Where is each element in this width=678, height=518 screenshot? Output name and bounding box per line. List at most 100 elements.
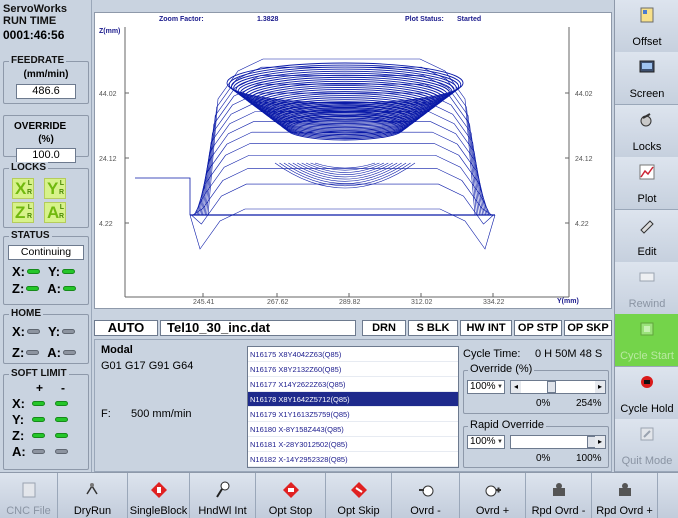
rpd-ovrd-plus-icon [618, 483, 631, 496]
cycle-time-value: 0 H 50M 48 S [535, 348, 603, 360]
bottom-tick-label: 334.22 [483, 299, 505, 306]
soft-limit-group: SOFT LIMIT + - X: Y: Z: A: [3, 368, 89, 470]
left-tick-label: 24.12 [99, 156, 117, 163]
home-z-led [26, 350, 40, 355]
feedrate-unit: (mm/min) [23, 69, 69, 80]
singleblock-button[interactable]: SingleBlock [128, 473, 190, 518]
program-line[interactable]: N16180 X-8Y158Z443(Q85) [248, 422, 458, 437]
soft-limit-plus-label: + [36, 381, 44, 395]
cnc-file-button[interactable]: CNC File [0, 473, 58, 518]
home-x-label: X: [12, 324, 25, 339]
modal-codes: G01 G17 G91 G64 [101, 360, 194, 372]
offset-button[interactable]: Offset [615, 0, 678, 53]
locks-button[interactable]: Locks [615, 104, 678, 158]
ovrd-plus-icon [485, 485, 501, 497]
rewind-icon [639, 272, 655, 282]
override-percent-group: Override (%) 100% ◂ ▸ 0% 254% [463, 363, 609, 414]
cnc-file-icon [22, 482, 35, 498]
program-line[interactable]: N16181 X-28Y3012502(Q85) [248, 437, 458, 452]
program-line[interactable]: N16177 X14Y2622Z63(Q85) [248, 377, 458, 392]
feed-value: 500 mm/min [131, 408, 192, 420]
x-lock-badge[interactable]: XLR [12, 178, 34, 199]
handwheel-label: HndWl Int [198, 505, 247, 517]
run-time-value: 0001:46:56 [3, 28, 65, 42]
cycle-start-button[interactable]: Cycle Start [615, 314, 678, 368]
rpd-ovrd-minus-icon [552, 483, 565, 496]
rapid-override-title: Rapid Override [468, 419, 546, 432]
rpd-ovrd-minus-button[interactable]: Rpd Ovrd - [526, 473, 592, 518]
quit-mode-button[interactable]: Quit Mode [615, 419, 678, 473]
feedrate-title: FEEDRATE [9, 55, 67, 67]
ovrd-plus-button[interactable]: Ovrd + [460, 473, 526, 518]
soft-limit-a-plus-led [32, 448, 45, 454]
opt-stop-button[interactable]: Opt Stop [256, 473, 326, 518]
cnc-file-label: CNC File [6, 505, 51, 517]
status-x-label: X: [12, 264, 25, 279]
toolpath-plot[interactable]: Zoom Factor: 1.3828 Plot Status: Started… [94, 12, 612, 309]
screen-icon [639, 60, 655, 73]
rpd-ovrd-minus-label: Rpd Ovrd - [531, 505, 586, 517]
locks-label: Locks [632, 140, 662, 153]
program-line[interactable]: N16182 X-14Y2952328(Q85) [248, 452, 458, 467]
rpd-ovrd-plus-label: Rpd Ovrd + [596, 505, 653, 517]
home-a-led [63, 350, 76, 355]
rapid-slider-right-arrow[interactable]: ▸ [595, 436, 605, 448]
right-tick-label: 24.12 [575, 156, 593, 163]
status-display: Continuing [8, 245, 84, 260]
status-z-led [26, 286, 40, 291]
edit-button[interactable]: Edit [615, 209, 678, 263]
screen-button[interactable]: Screen [615, 52, 678, 106]
override-slider-left-arrow[interactable]: ◂ [511, 381, 521, 393]
status-group: STATUS Continuing X: Y: Z: A: [3, 230, 89, 305]
program-line[interactable]: N16179 X1Y1613Z5759(Q85) [248, 407, 458, 422]
rapid-override-min: 0% [536, 453, 551, 464]
override-combo[interactable]: 100% [467, 380, 505, 394]
feedrate-display: 486.6 [16, 84, 76, 99]
rapid-override-combo[interactable]: 100% [467, 435, 505, 449]
rewind-button[interactable]: Rewind [615, 262, 678, 315]
override-slider-right-arrow[interactable]: ▸ [595, 381, 605, 393]
opt-skip-button[interactable]: Opt Skip [326, 473, 392, 518]
offset-label: Offset [632, 36, 662, 48]
soft-limit-minus-label: - [61, 381, 66, 395]
status-a-label: A: [47, 281, 61, 296]
handwheel-button[interactable]: HndWl Int [190, 473, 256, 518]
z-lock-badge[interactable]: ZLR [12, 202, 34, 223]
right-tick-label: 44.02 [575, 91, 593, 98]
rpd-ovrd-plus-button[interactable]: Rpd Ovrd + [592, 473, 658, 518]
toolpath-profile [191, 183, 494, 225]
edit-icon [640, 219, 654, 234]
a-lock-badge[interactable]: ALR [44, 202, 66, 223]
feed-label: F: [101, 408, 111, 420]
ovrd-minus-icon [418, 485, 433, 497]
cycle-hold-icon [641, 375, 653, 388]
toolpath-profile [193, 154, 491, 216]
ovrd-minus-button[interactable]: Ovrd - [392, 473, 460, 518]
dryrun-label: DryRun [73, 505, 112, 517]
program-listing[interactable]: N16175 X8Y4042Z63(Q85) N16176 X8Y2132Z60(… [247, 346, 459, 468]
override-slider-thumb[interactable] [546, 381, 556, 393]
locks-group: LOCKS XLR YLR ZLR ALR [3, 162, 89, 228]
screen-label: Screen [629, 88, 665, 101]
opt-stop-icon [282, 482, 299, 498]
op-skp-indicator: OP SKP [564, 320, 612, 336]
override-slider[interactable]: ◂ ▸ [510, 380, 606, 394]
program-line[interactable]: N16176 X8Y2132Z60(Q85) [248, 362, 458, 377]
modal-label: Modal [101, 344, 133, 356]
program-line[interactable]: N16178 X8Y1642Z5712(Q85) [248, 392, 458, 407]
app-title: ServoWorks [3, 3, 67, 15]
bottom-tick-label: 267.62 [267, 299, 289, 306]
right-toolbar: Offset Screen Locks Plot Edit Rewind Cycle Sta… [614, 0, 678, 473]
rapid-override-slider[interactable]: ▸ [510, 435, 606, 449]
plot-button[interactable]: Plot [615, 157, 678, 211]
dryrun-button[interactable]: DryRun [58, 473, 128, 518]
status-x-led [27, 269, 40, 274]
cycle-start-label: Cycle Start [620, 350, 674, 363]
left-tick-label: 44.02 [99, 91, 117, 98]
soft-limit-x-plus-led [32, 400, 45, 406]
status-title: STATUS [9, 230, 52, 242]
program-line[interactable]: N16175 X8Y4042Z63(Q85) [248, 347, 458, 362]
y-lock-badge[interactable]: YLR [44, 178, 66, 199]
cycle-hold-button[interactable]: Cycle Hold [615, 366, 678, 420]
opt-skip-label: Opt Skip [337, 505, 380, 517]
